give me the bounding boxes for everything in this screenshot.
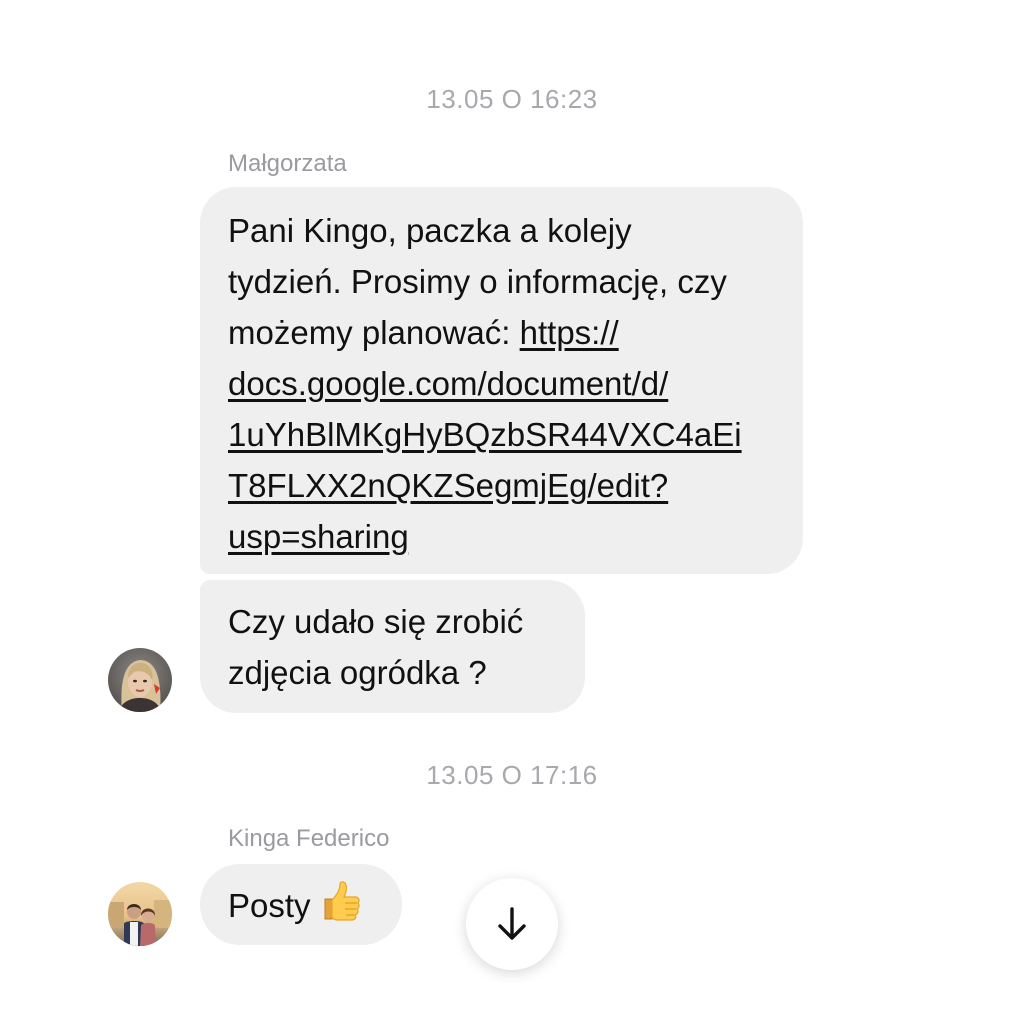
- message-timestamp: 13.05 O 16:23: [426, 84, 598, 114]
- message-bubble[interactable]: Czy udało się zrobić zdjęcia ogródka ?: [200, 580, 585, 713]
- message-link-line[interactable]: T8FLXX2nQKZSegmjEg/edit?: [228, 460, 775, 511]
- message-link-line[interactable]: docs.google.com/document/d/: [228, 358, 775, 409]
- message-link[interactable]: T8FLXX2nQKZSegmjEg/edit?: [228, 467, 668, 504]
- chat-thread: 13.05 O 16:23 Małgorzata Pani Kingo, pac…: [0, 0, 1024, 1024]
- sender-name: Kinga Federico: [228, 825, 390, 852]
- avatar[interactable]: [108, 882, 172, 946]
- scroll-to-bottom-button[interactable]: [466, 878, 558, 970]
- message-link[interactable]: docs.google.com/document/d/: [228, 365, 668, 402]
- avatar-kinga: [108, 882, 172, 946]
- avatar[interactable]: [108, 648, 172, 712]
- message-link-line[interactable]: 1uYhBlMKgHyBQzbSR44VXC4aEi: [228, 409, 775, 460]
- thumbs-up-icon: [319, 879, 363, 937]
- message-link[interactable]: 1uYhBlMKgHyBQzbSR44VXC4aEi: [228, 416, 742, 453]
- avatar-malgorzata: [108, 648, 172, 712]
- message-bubble[interactable]: Posty: [200, 864, 402, 945]
- message-text-line: Czy udało się zrobić: [228, 603, 524, 640]
- message-link[interactable]: usp=sharing: [228, 518, 409, 555]
- message-text-line: możemy planować: https://: [228, 307, 775, 358]
- message-timestamp: 13.05 O 17:16: [426, 760, 598, 790]
- sender-name: Małgorzata: [228, 150, 347, 177]
- message-text-line: Pani Kingo, paczka a kolejy: [228, 212, 632, 249]
- message-text-line: zdjęcia ogródka ?: [228, 654, 487, 691]
- arrow-down-icon: [498, 907, 526, 940]
- message-text: Posty: [228, 887, 311, 924]
- message-text: możemy planować:: [228, 314, 520, 351]
- message-text-line: tydzień. Prosimy o informację, czy: [228, 263, 727, 300]
- message-link[interactable]: https://: [520, 314, 619, 351]
- message-link-line[interactable]: usp=sharing: [228, 511, 775, 562]
- message-bubble[interactable]: Pani Kingo, paczka a kolejy tydzień. Pro…: [200, 187, 803, 574]
